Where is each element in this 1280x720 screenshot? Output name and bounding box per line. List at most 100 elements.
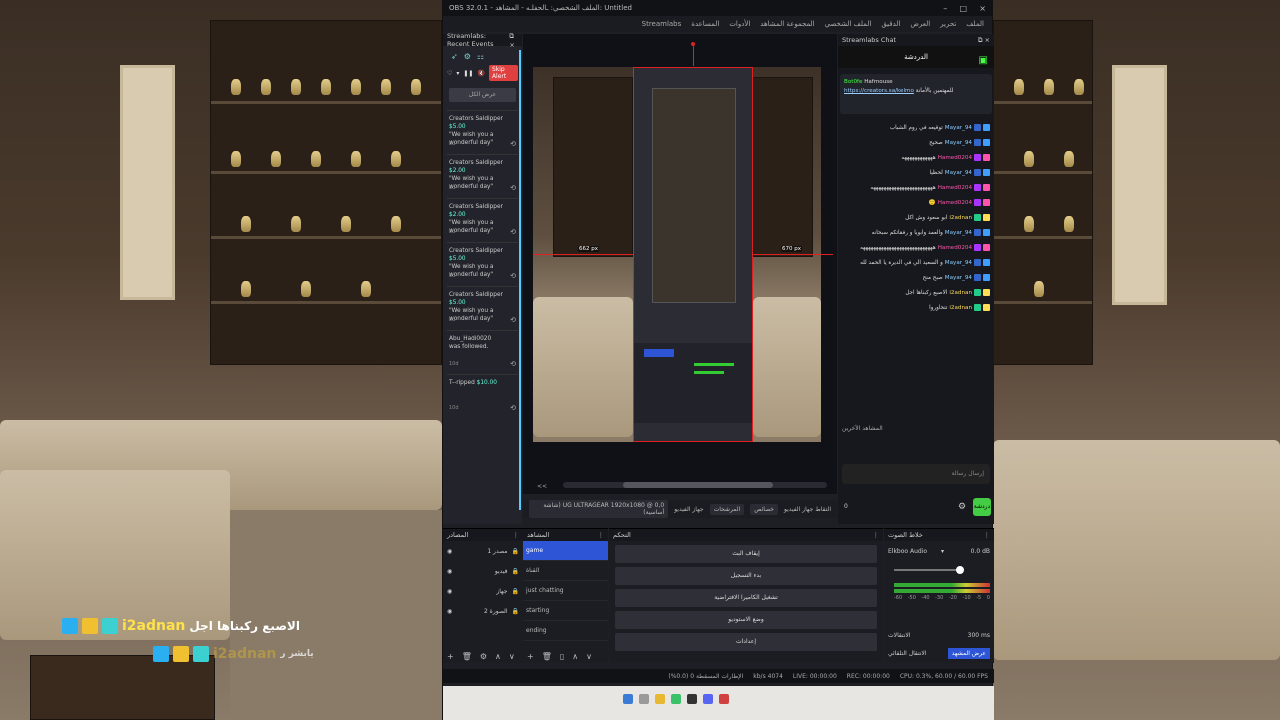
settings-icon[interactable]: ⚙ xyxy=(464,52,471,61)
replay-icon[interactable]: ⟲ xyxy=(510,228,516,236)
chat-message[interactable]: Hamed0204 ههههههههههههههههههههههههه xyxy=(838,180,994,195)
chat-username[interactable]: Mayar_94 xyxy=(945,140,972,146)
chat-message[interactable]: Mayar_94 صبح منح xyxy=(838,270,994,285)
menu-streamlabs[interactable]: Streamlabs xyxy=(642,20,682,28)
scene-transition-button[interactable]: عرض المشهد xyxy=(947,647,990,659)
discord-icon[interactable] xyxy=(703,694,713,704)
scene-item[interactable]: القناة xyxy=(523,561,608,581)
start-icon[interactable] xyxy=(623,694,633,704)
move-down-icon[interactable]: ∨ xyxy=(509,652,515,661)
chat-message[interactable]: Hamed0204 ههههههههههههههههههههههههههههه xyxy=(838,240,994,255)
gear-icon[interactable]: ⚙ xyxy=(958,502,966,512)
menu-edit[interactable]: تحرير xyxy=(940,20,956,28)
scene-settings-icon[interactable]: ▯ xyxy=(560,652,564,661)
move-up-icon[interactable]: ∧ xyxy=(572,652,578,661)
chat-username[interactable]: Mayar_94 xyxy=(945,260,972,266)
event-item[interactable]: Creators Saldipper $5.00 "We wish you a w… xyxy=(447,286,518,330)
replay-icon[interactable]: ⟲ xyxy=(510,272,516,280)
properties-button[interactable]: خصائص xyxy=(750,503,778,515)
menu-docks[interactable]: الدقيق xyxy=(881,20,900,28)
visibility-icon[interactable]: ◉ xyxy=(447,568,452,575)
add-source-icon[interactable]: + xyxy=(447,652,454,661)
event-item[interactable]: Creators Saldipper $2.00 "We wish you a w… xyxy=(447,154,518,198)
maximize-button[interactable]: □ xyxy=(960,4,968,13)
pause-icon[interactable]: ❚❚ xyxy=(463,70,473,77)
scene-item[interactable]: just chatting xyxy=(523,581,608,601)
control-button[interactable]: إعدادات xyxy=(615,633,877,651)
dropdown-icon[interactable]: ▾ xyxy=(456,70,459,77)
scene-item[interactable]: ending xyxy=(523,621,608,641)
menu-file[interactable]: الملف xyxy=(966,20,984,28)
visibility-icon[interactable]: ◉ xyxy=(447,548,452,555)
search-icon[interactable] xyxy=(639,694,649,704)
chat-username[interactable]: i2adnan xyxy=(949,215,972,221)
chat-message[interactable]: Mayar_94 توقيعه في روم الشباب xyxy=(838,120,994,135)
preview-scrollbar[interactable] xyxy=(563,482,827,488)
add-scene-icon[interactable]: + xyxy=(527,652,534,661)
app-icon[interactable] xyxy=(719,694,729,704)
source-item[interactable]: ◉ فيديو 🔒 xyxy=(443,561,523,581)
event-item[interactable]: Creators Saldipper $5.00 "We wish you a w… xyxy=(447,242,518,286)
visibility-icon[interactable]: ◉ xyxy=(447,588,452,595)
menu-tools[interactable]: الأدوات xyxy=(729,20,750,28)
dropdown-icon[interactable]: ▾ xyxy=(941,548,944,555)
event-item[interactable]: Creators Saldipper $5.00 "We wish you a w… xyxy=(447,110,518,154)
pinned-message[interactable]: Bot0fe Hafmouse https://creators.sa/kelm… xyxy=(840,74,992,114)
obs-icon[interactable] xyxy=(687,694,697,704)
replay-icon[interactable]: ⟲ xyxy=(510,184,516,192)
chat-username[interactable]: Mayar_94 xyxy=(945,230,972,236)
menu-view[interactable]: العرض xyxy=(910,20,930,28)
lock-icon[interactable]: 🔒 xyxy=(512,548,519,555)
control-button[interactable]: وضع الاستوديو xyxy=(615,611,877,629)
chat-username[interactable]: i2adnan xyxy=(949,305,972,311)
chat-username[interactable]: Hamed0204 xyxy=(938,245,972,251)
chat-message[interactable]: i2adnan ابو سعود وش اكل xyxy=(838,210,994,225)
events-scrollbar[interactable] xyxy=(519,50,521,510)
preview-area[interactable]: 662 px 670 px << xyxy=(523,34,837,494)
scene-item[interactable]: starting xyxy=(523,601,608,621)
source-item[interactable]: ◉ الصورة 2 🔒 xyxy=(443,601,523,621)
control-button[interactable]: إيقاف البث xyxy=(615,545,877,563)
replay-icon[interactable]: ⟲ xyxy=(510,316,516,324)
transition-duration[interactable]: 300 ms xyxy=(968,632,990,639)
rocket-icon[interactable]: ➶ xyxy=(451,52,458,61)
chat-send-button[interactable]: دردشة xyxy=(973,498,991,516)
menu-profile[interactable]: الملف الشخصي xyxy=(825,20,872,28)
dock-close-icon[interactable]: ⧉ × xyxy=(978,36,990,45)
move-down-icon[interactable]: ∨ xyxy=(586,652,592,661)
pinned-link[interactable]: https://creators.sa/kelmo xyxy=(844,88,914,94)
filter-icon[interactable]: ⚏ xyxy=(477,52,484,61)
control-button[interactable]: بدء التسجيل xyxy=(615,567,877,585)
chat-message[interactable]: Mayar_94 والعمد وابويا و رفقاتكم سبحانه xyxy=(838,225,994,240)
lock-icon[interactable]: 🔒 xyxy=(512,608,519,615)
chat-message[interactable]: Hamed0204 🙂 xyxy=(838,195,994,210)
lock-icon[interactable]: 🔒 xyxy=(512,568,519,575)
lock-icon[interactable]: 🔒 xyxy=(512,588,519,595)
source-item[interactable]: ◉ مصدر 1 🔒 xyxy=(443,541,523,561)
filters-button[interactable]: المرشحات xyxy=(709,503,745,515)
close-button[interactable]: × xyxy=(979,4,986,13)
event-item[interactable]: Creators Saldipper $2.00 "We wish you a w… xyxy=(447,198,518,242)
chat-username[interactable]: Mayar_94 xyxy=(945,275,972,281)
folder-icon[interactable] xyxy=(655,694,665,704)
chat-username[interactable]: Hamed0204 xyxy=(938,185,972,191)
visibility-icon[interactable]: ◉ xyxy=(447,608,452,615)
volume-slider[interactable] xyxy=(894,566,964,574)
replay-icon[interactable]: ⟲ xyxy=(510,404,516,412)
chat-username[interactable]: i2adnan xyxy=(949,290,972,296)
device-select[interactable]: UG ULTRAGEAR 1920x1080 @ 0,0 (شاشة أساسي… xyxy=(529,500,669,518)
delete-scene-icon[interactable]: 🗑 xyxy=(542,652,552,661)
chat-message[interactable]: Mayar_94 و السعيد الي في الديرة يا الحمد … xyxy=(838,255,994,270)
skip-alert-button[interactable]: Skip Alert xyxy=(488,65,518,81)
replay-icon[interactable]: ⟲ xyxy=(510,360,516,368)
dock-close-icon[interactable]: ⧉ × xyxy=(509,32,518,49)
control-button[interactable]: تشغيل الكاميرا الافتراضية xyxy=(615,589,877,607)
nested-obs-capture[interactable] xyxy=(633,67,753,442)
view-all-button[interactable]: عرض الكل xyxy=(449,88,516,102)
event-item[interactable]: T--ripped $10.00 10d ⟲ xyxy=(447,374,518,418)
source-settings-icon[interactable]: ⚙ xyxy=(480,652,487,661)
browser-icon[interactable] xyxy=(671,694,681,704)
replay-icon[interactable]: ⟲ xyxy=(510,140,516,148)
event-item[interactable]: Abu_Hadi0020 was followed. 10d ⟲ xyxy=(447,330,518,374)
scene-item[interactable]: game xyxy=(523,541,608,561)
